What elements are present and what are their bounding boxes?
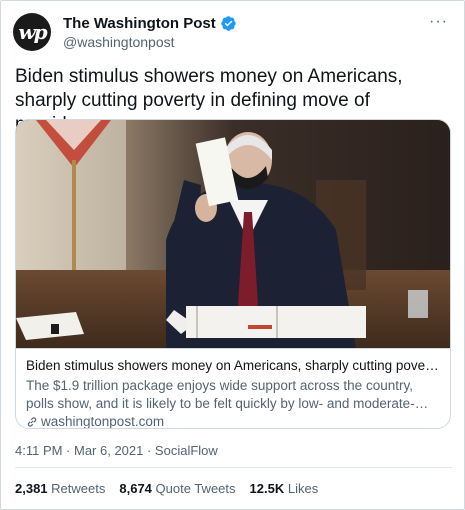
author-name[interactable]: The Washington Post [63,15,216,32]
card-meta: Biden stimulus showers money on American… [16,348,450,429]
quote-tweets-stat[interactable]: 8,674 Quote Tweets [119,481,235,496]
card-domain: washingtonpost.com [41,414,165,429]
card-domain-row: washingtonpost.com [26,413,442,429]
quote-tweets-count: 8,674 [119,481,152,496]
divider [15,467,452,468]
likes-count: 12.5K [249,481,285,496]
verified-badge-icon [221,16,236,31]
card-image[interactable] [16,120,450,348]
tweet-timestamp[interactable]: 4:11 PM · Mar 6, 2021 · SocialFlow [15,443,218,458]
avatar[interactable]: wp [13,13,51,51]
author-handle[interactable]: @washingtonpost [63,34,175,50]
retweets-stat[interactable]: 2,381 Retweets [15,481,105,496]
author-name-row[interactable]: The Washington Post [63,15,237,32]
card-photo [16,120,450,348]
retweets-count: 2,381 [15,481,48,496]
tweet-container: wp The Washington Post @washingtonpost ·… [0,0,465,510]
quote-tweets-label: Quote Tweets [155,481,236,496]
likes-label: Likes [287,481,319,496]
card-description: The $1.9 trillion package enjoys wide su… [26,378,415,411]
likes-stat[interactable]: 12.5K Likes [250,481,319,496]
retweets-label: Retweets [51,481,106,496]
link-card[interactable]: Biden stimulus showers money on American… [15,119,451,429]
avatar-logo-text: wp [18,20,47,44]
engagement-stats: 2,381 Retweets 8,674 Quote Tweets 12.5K … [15,481,318,496]
more-options-icon[interactable]: ··· [429,13,448,31]
link-icon [27,417,37,427]
card-title[interactable]: Biden stimulus showers money on American… [26,357,442,375]
